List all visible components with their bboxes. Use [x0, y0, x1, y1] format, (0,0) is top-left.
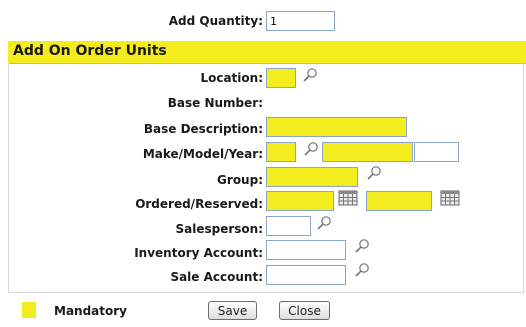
model-input[interactable] — [322, 142, 413, 162]
ordered-reserved-label: Ordered/Reserved: — [135, 197, 263, 211]
group-lookup-magnifier-icon[interactable] — [366, 165, 382, 181]
group-input[interactable] — [266, 167, 358, 187]
year-input[interactable] — [414, 142, 459, 162]
group-label: Group: — [217, 173, 263, 187]
base-description-label: Base Description: — [143, 122, 263, 136]
sale-account-input[interactable] — [266, 265, 346, 285]
add-quantity-label: Add Quantity: — [168, 14, 263, 28]
mandatory-legend-label: Mandatory — [54, 304, 127, 318]
sale-account-lookup-magnifier-icon[interactable] — [354, 262, 370, 278]
make-lookup-magnifier-icon[interactable] — [303, 141, 319, 157]
location-input[interactable] — [266, 68, 296, 88]
base-number-label: Base Number: — [167, 96, 263, 110]
base-description-input[interactable] — [266, 117, 407, 137]
ordered-date-input[interactable] — [266, 191, 334, 211]
inventory-account-input[interactable] — [266, 240, 346, 260]
reserved-date-input[interactable] — [366, 191, 432, 211]
ordered-date-calendar-icon[interactable] — [338, 190, 358, 206]
section-title: Add On Order Units — [13, 43, 167, 59]
make-model-year-label: Make/Model/Year: — [142, 147, 263, 161]
save-button[interactable]: Save — [208, 301, 257, 320]
close-button[interactable]: Close — [279, 301, 330, 320]
mandatory-legend-swatch — [22, 302, 36, 318]
inventory-account-label: Inventory Account: — [134, 246, 263, 260]
section-header: Add On Order Units — [8, 41, 526, 64]
make-input[interactable] — [266, 142, 296, 162]
location-lookup-magnifier-icon[interactable] — [302, 67, 318, 83]
salesperson-input[interactable] — [266, 216, 311, 236]
add-quantity-input[interactable] — [266, 11, 335, 31]
sale-account-label: Sale Account: — [170, 270, 263, 284]
salesperson-lookup-magnifier-icon[interactable] — [316, 215, 332, 231]
location-label: Location: — [200, 71, 263, 85]
salesperson-label: Salesperson: — [175, 222, 263, 236]
inventory-account-lookup-magnifier-icon[interactable] — [354, 238, 370, 254]
reserved-date-calendar-icon[interactable] — [440, 190, 460, 206]
